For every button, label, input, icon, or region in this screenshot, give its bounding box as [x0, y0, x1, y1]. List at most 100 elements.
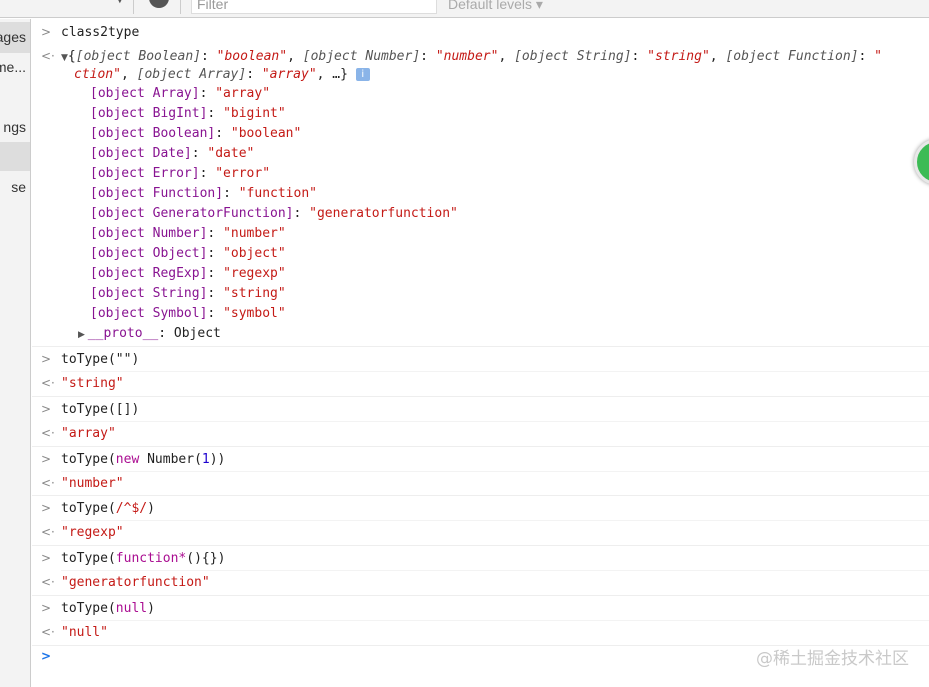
property-value: "error"	[215, 166, 271, 181]
output-arrow-icon: <·	[41, 525, 55, 540]
code-text: toType(	[61, 601, 116, 616]
input-prompt-icon: >	[41, 551, 52, 566]
code-text: toType(	[61, 501, 116, 517]
input-prompt-icon: >	[41, 451, 52, 466]
sidebar-item-user-messages[interactable]: me...	[0, 59, 26, 75]
console-line: [object Boolean]: "boolean"	[90, 126, 302, 141]
console-line: "generatorfunction"	[61, 574, 210, 592]
console-line: [object Number]: "number"	[90, 226, 286, 241]
output-value: "string"	[61, 376, 124, 391]
sidebar-item-messages[interactable]: ages	[0, 29, 26, 45]
preview-key: [object Function]	[725, 49, 859, 64]
row-divider	[61, 371, 929, 372]
sidebar-item-verbose[interactable]: se	[11, 179, 26, 195]
output-value: "null"	[61, 625, 108, 640]
output-arrow-icon: <·	[41, 49, 55, 63]
console-line: [object Object]: "object"	[90, 246, 286, 261]
output-value: "number"	[61, 475, 124, 491]
property-value: "array"	[215, 86, 271, 101]
preview-key: [object Number]	[302, 49, 421, 64]
sidebar-selected-bg	[0, 142, 30, 171]
console-input[interactable]	[61, 648, 661, 666]
sidebar-item-warnings[interactable]: ngs	[3, 119, 26, 135]
row-divider	[32, 595, 929, 596]
row-divider	[32, 495, 929, 497]
code-text: toType([])	[61, 401, 140, 417]
property-value: "boolean"	[230, 126, 302, 141]
console-prompt-icon[interactable]: >	[41, 649, 51, 663]
console-line: ▼{[object Boolean]: "boolean", [object N…	[61, 49, 882, 64]
property-value: "date"	[207, 146, 255, 161]
divider	[133, 0, 134, 14]
row-divider	[61, 570, 929, 572]
console-line: [object String]: "string"	[90, 286, 286, 301]
code-keyword: function*	[115, 551, 187, 567]
property-key: [object Object]	[90, 246, 208, 261]
row-divider	[61, 470, 929, 472]
console-line: [object Function]: "function"	[90, 186, 317, 201]
code-text: )	[147, 501, 155, 517]
output-arrow-icon: <·	[41, 625, 55, 639]
input-prompt-icon: >	[41, 501, 52, 516]
property-value: "function"	[238, 186, 317, 201]
code-text: toType("")	[61, 352, 140, 367]
property-value: "number"	[223, 226, 286, 241]
code-number: 1	[201, 451, 210, 467]
console-line: toType(/^$/)	[61, 500, 155, 518]
collapse-triangle-icon[interactable]: ▶	[78, 330, 88, 340]
code-text: )	[217, 551, 226, 567]
input-text: class2type	[61, 25, 140, 40]
code-text: toType(	[61, 451, 116, 467]
output-arrow-icon: <·	[41, 376, 55, 390]
info-icon: i	[355, 68, 370, 81]
console-line: ction", [object Array]: "array", …} i	[74, 66, 370, 84]
console-line: toType([])	[61, 401, 139, 419]
code-regex: /^$/	[115, 501, 148, 517]
proto-key: __proto__	[87, 326, 159, 341]
input-prompt-icon: >	[41, 601, 52, 615]
property-key: [object GeneratorFunction]	[90, 206, 294, 221]
context-dropdown-arrow-icon[interactable]: ▼	[116, 0, 124, 5]
proto-value: Object	[173, 326, 221, 341]
console-line: [object RegExp]: "regexp"	[90, 266, 286, 281]
output-arrow-icon: <·	[41, 575, 55, 590]
preview-value: "	[874, 49, 882, 64]
row-divider	[61, 420, 929, 422]
eye-icon[interactable]	[149, 0, 169, 8]
preview-value: "boolean"	[216, 49, 288, 64]
console-line: [object Symbol]: "symbol"	[90, 306, 286, 321]
output-value: "array"	[61, 425, 116, 441]
console-line: [object Array]: "array"	[90, 86, 271, 101]
code-text: Number(	[139, 451, 202, 467]
console-line: "number"	[61, 475, 124, 493]
console-line: "regexp"	[61, 524, 124, 542]
property-key: [object Number]	[90, 226, 208, 241]
property-value: "symbol"	[223, 306, 286, 321]
console-line: toType(function*(){})	[61, 550, 225, 568]
row-divider	[32, 395, 929, 397]
property-value: "generatorfunction"	[309, 206, 458, 221]
console-line: toType("")	[61, 351, 139, 369]
preview-key: [object Array]	[136, 67, 247, 82]
console-line: [object BigInt]: "bigint"	[90, 106, 286, 121]
preview-value: "array"	[261, 67, 317, 82]
expand-triangle-icon[interactable]: ▼	[61, 53, 68, 63]
property-key: [object Function]	[90, 186, 224, 201]
console-line: [object Date]: "date"	[90, 146, 255, 161]
filter-input[interactable]: Filter	[191, 0, 437, 14]
code-text: toType(	[61, 551, 116, 567]
property-key: [object Error]	[90, 166, 200, 181]
row-divider	[32, 346, 929, 347]
property-key: [object Array]	[90, 86, 200, 101]
console-line: "array"	[61, 425, 116, 443]
row-divider	[61, 620, 929, 621]
row-divider	[32, 545, 929, 547]
property-value: "object"	[223, 246, 286, 261]
console-line: class2type	[61, 24, 139, 42]
input-prompt-icon: >	[41, 352, 52, 366]
console-line: toType(null)	[61, 600, 155, 618]
property-key: [object String]	[90, 286, 208, 301]
log-levels-dropdown[interactable]: Default levels ▾	[448, 0, 543, 13]
code-text: ))	[209, 451, 226, 467]
code-keyword: null	[115, 601, 148, 616]
